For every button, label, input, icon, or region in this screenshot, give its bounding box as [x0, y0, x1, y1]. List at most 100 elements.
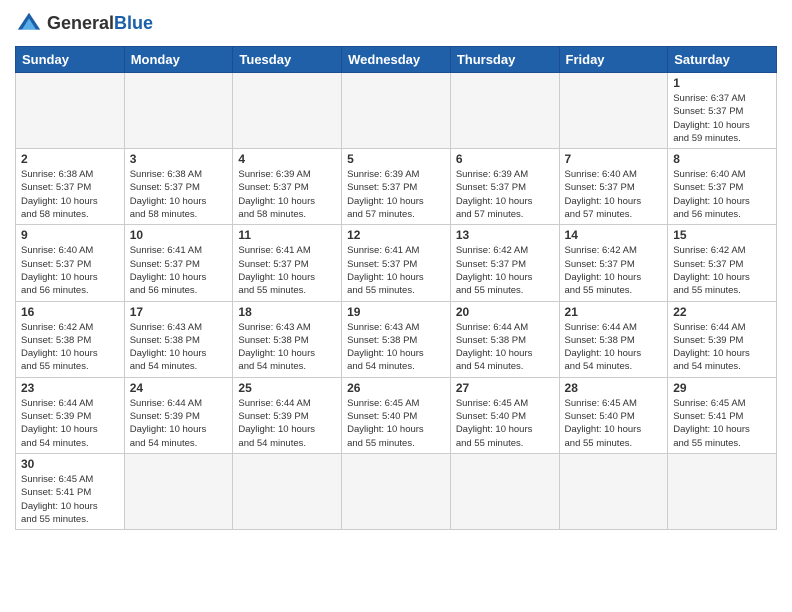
day-number: 4 — [238, 152, 336, 166]
calendar-cell: 25 Sunrise: 6:44 AM Sunset: 5:39 PM Dayli… — [233, 377, 342, 453]
day-info: Sunrise: 6:45 AM Sunset: 5:41 PM Dayligh… — [21, 473, 119, 526]
day-info: Sunrise: 6:43 AM Sunset: 5:38 PM Dayligh… — [238, 321, 336, 374]
day-info: Sunrise: 6:44 AM Sunset: 5:39 PM Dayligh… — [673, 321, 771, 374]
calendar-cell: 30Sunrise: 6:45 AM Sunset: 5:41 PM Dayli… — [16, 453, 125, 529]
day-number: 14 — [565, 228, 663, 242]
calendar-cell — [124, 73, 233, 149]
day-number: 28 — [565, 381, 663, 395]
calendar-cell: 18 Sunrise: 6:43 AM Sunset: 5:38 PM Dayli… — [233, 301, 342, 377]
calendar-cell: 2 Sunrise: 6:38 AM Sunset: 5:37 PM Daylig… — [16, 149, 125, 225]
week-row-4: 16 Sunrise: 6:42 AM Sunset: 5:38 PM Dayli… — [16, 301, 777, 377]
calendar-cell: 4 Sunrise: 6:39 AM Sunset: 5:37 PM Daylig… — [233, 149, 342, 225]
calendar-cell: 24Sunrise: 6:44 AM Sunset: 5:39 PM Dayli… — [124, 377, 233, 453]
day-info: Sunrise: 6:42 AM Sunset: 5:37 PM Dayligh… — [456, 244, 554, 297]
day-info: Sunrise: 6:39 AM Sunset: 5:37 PM Dayligh… — [347, 168, 445, 221]
day-info: Sunrise: 6:40 AM Sunset: 5:37 PM Dayligh… — [21, 244, 119, 297]
calendar-cell: 12 Sunrise: 6:41 AM Sunset: 5:37 PM Dayli… — [342, 225, 451, 301]
calendar-cell — [450, 453, 559, 529]
calendar-cell — [16, 73, 125, 149]
calendar-cell: 26 Sunrise: 6:45 AM Sunset: 5:40 PM Dayli… — [342, 377, 451, 453]
calendar-cell: 20Sunrise: 6:44 AM Sunset: 5:38 PM Dayli… — [450, 301, 559, 377]
weekday-header-monday: Monday — [124, 47, 233, 73]
week-row-1: 1 Sunrise: 6:37 AM Sunset: 5:37 PM Daylig… — [16, 73, 777, 149]
day-info: Sunrise: 6:42 AM Sunset: 5:37 PM Dayligh… — [673, 244, 771, 297]
day-number: 25 — [238, 381, 336, 395]
day-number: 8 — [673, 152, 771, 166]
calendar-cell: 23Sunrise: 6:44 AM Sunset: 5:39 PM Dayli… — [16, 377, 125, 453]
day-number: 3 — [130, 152, 228, 166]
calendar-cell: 16 Sunrise: 6:42 AM Sunset: 5:38 PM Dayli… — [16, 301, 125, 377]
calendar-cell: 28 Sunrise: 6:45 AM Sunset: 5:40 PM Dayli… — [559, 377, 668, 453]
day-info: Sunrise: 6:38 AM Sunset: 5:37 PM Dayligh… — [21, 168, 119, 221]
day-info: Sunrise: 6:45 AM Sunset: 5:40 PM Dayligh… — [456, 397, 554, 450]
day-number: 16 — [21, 305, 119, 319]
weekday-header-friday: Friday — [559, 47, 668, 73]
calendar-cell: 21Sunrise: 6:44 AM Sunset: 5:38 PM Dayli… — [559, 301, 668, 377]
day-info: Sunrise: 6:43 AM Sunset: 5:38 PM Dayligh… — [130, 321, 228, 374]
day-number: 15 — [673, 228, 771, 242]
day-number: 10 — [130, 228, 228, 242]
day-number: 2 — [21, 152, 119, 166]
day-number: 9 — [21, 228, 119, 242]
week-row-2: 2 Sunrise: 6:38 AM Sunset: 5:37 PM Daylig… — [16, 149, 777, 225]
calendar-cell — [342, 453, 451, 529]
logo: GeneralBlue — [15, 10, 153, 38]
calendar-cell: 5 Sunrise: 6:39 AM Sunset: 5:37 PM Daylig… — [342, 149, 451, 225]
day-number: 18 — [238, 305, 336, 319]
calendar-cell: 9 Sunrise: 6:40 AM Sunset: 5:37 PM Daylig… — [16, 225, 125, 301]
calendar-cell — [124, 453, 233, 529]
day-number: 12 — [347, 228, 445, 242]
calendar-cell: 11 Sunrise: 6:41 AM Sunset: 5:37 PM Dayli… — [233, 225, 342, 301]
calendar-cell: 8 Sunrise: 6:40 AM Sunset: 5:37 PM Daylig… — [668, 149, 777, 225]
day-info: Sunrise: 6:42 AM Sunset: 5:38 PM Dayligh… — [21, 321, 119, 374]
day-info: Sunrise: 6:44 AM Sunset: 5:39 PM Dayligh… — [238, 397, 336, 450]
day-info: Sunrise: 6:38 AM Sunset: 5:37 PM Dayligh… — [130, 168, 228, 221]
calendar-cell — [233, 453, 342, 529]
calendar-cell — [559, 453, 668, 529]
calendar-cell — [342, 73, 451, 149]
logo-text: GeneralBlue — [47, 14, 153, 34]
calendar-cell: 13 Sunrise: 6:42 AM Sunset: 5:37 PM Dayli… — [450, 225, 559, 301]
calendar-cell: 1 Sunrise: 6:37 AM Sunset: 5:37 PM Daylig… — [668, 73, 777, 149]
calendar-cell: 22Sunrise: 6:44 AM Sunset: 5:39 PM Dayli… — [668, 301, 777, 377]
weekday-header-sunday: Sunday — [16, 47, 125, 73]
week-row-6: 30Sunrise: 6:45 AM Sunset: 5:41 PM Dayli… — [16, 453, 777, 529]
week-row-5: 23Sunrise: 6:44 AM Sunset: 5:39 PM Dayli… — [16, 377, 777, 453]
weekday-header-wednesday: Wednesday — [342, 47, 451, 73]
day-number: 27 — [456, 381, 554, 395]
day-info: Sunrise: 6:41 AM Sunset: 5:37 PM Dayligh… — [347, 244, 445, 297]
calendar-cell: 29Sunrise: 6:45 AM Sunset: 5:41 PM Dayli… — [668, 377, 777, 453]
calendar-cell: 14Sunrise: 6:42 AM Sunset: 5:37 PM Dayli… — [559, 225, 668, 301]
calendar-cell — [450, 73, 559, 149]
logo-icon — [15, 10, 43, 38]
weekday-header-row: SundayMondayTuesdayWednesdayThursdayFrid… — [16, 47, 777, 73]
day-number: 26 — [347, 381, 445, 395]
day-info: Sunrise: 6:39 AM Sunset: 5:37 PM Dayligh… — [238, 168, 336, 221]
day-number: 7 — [565, 152, 663, 166]
calendar-cell: 3 Sunrise: 6:38 AM Sunset: 5:37 PM Daylig… — [124, 149, 233, 225]
logo-blue: Blue — [114, 13, 153, 33]
day-number: 6 — [456, 152, 554, 166]
day-number: 29 — [673, 381, 771, 395]
day-number: 19 — [347, 305, 445, 319]
day-info: Sunrise: 6:45 AM Sunset: 5:40 PM Dayligh… — [565, 397, 663, 450]
weekday-header-saturday: Saturday — [668, 47, 777, 73]
day-number: 11 — [238, 228, 336, 242]
day-info: Sunrise: 6:44 AM Sunset: 5:39 PM Dayligh… — [21, 397, 119, 450]
calendar-table: SundayMondayTuesdayWednesdayThursdayFrid… — [15, 46, 777, 530]
calendar-cell — [668, 453, 777, 529]
day-info: Sunrise: 6:45 AM Sunset: 5:40 PM Dayligh… — [347, 397, 445, 450]
calendar-cell: 6Sunrise: 6:39 AM Sunset: 5:37 PM Daylig… — [450, 149, 559, 225]
day-info: Sunrise: 6:37 AM Sunset: 5:37 PM Dayligh… — [673, 92, 771, 145]
day-number: 1 — [673, 76, 771, 90]
day-info: Sunrise: 6:44 AM Sunset: 5:38 PM Dayligh… — [565, 321, 663, 374]
weekday-header-thursday: Thursday — [450, 47, 559, 73]
day-info: Sunrise: 6:40 AM Sunset: 5:37 PM Dayligh… — [673, 168, 771, 221]
day-info: Sunrise: 6:41 AM Sunset: 5:37 PM Dayligh… — [238, 244, 336, 297]
day-number: 5 — [347, 152, 445, 166]
calendar-cell: 15 Sunrise: 6:42 AM Sunset: 5:37 PM Dayli… — [668, 225, 777, 301]
day-info: Sunrise: 6:40 AM Sunset: 5:37 PM Dayligh… — [565, 168, 663, 221]
day-number: 13 — [456, 228, 554, 242]
day-info: Sunrise: 6:43 AM Sunset: 5:38 PM Dayligh… — [347, 321, 445, 374]
calendar-cell: 17Sunrise: 6:43 AM Sunset: 5:38 PM Dayli… — [124, 301, 233, 377]
